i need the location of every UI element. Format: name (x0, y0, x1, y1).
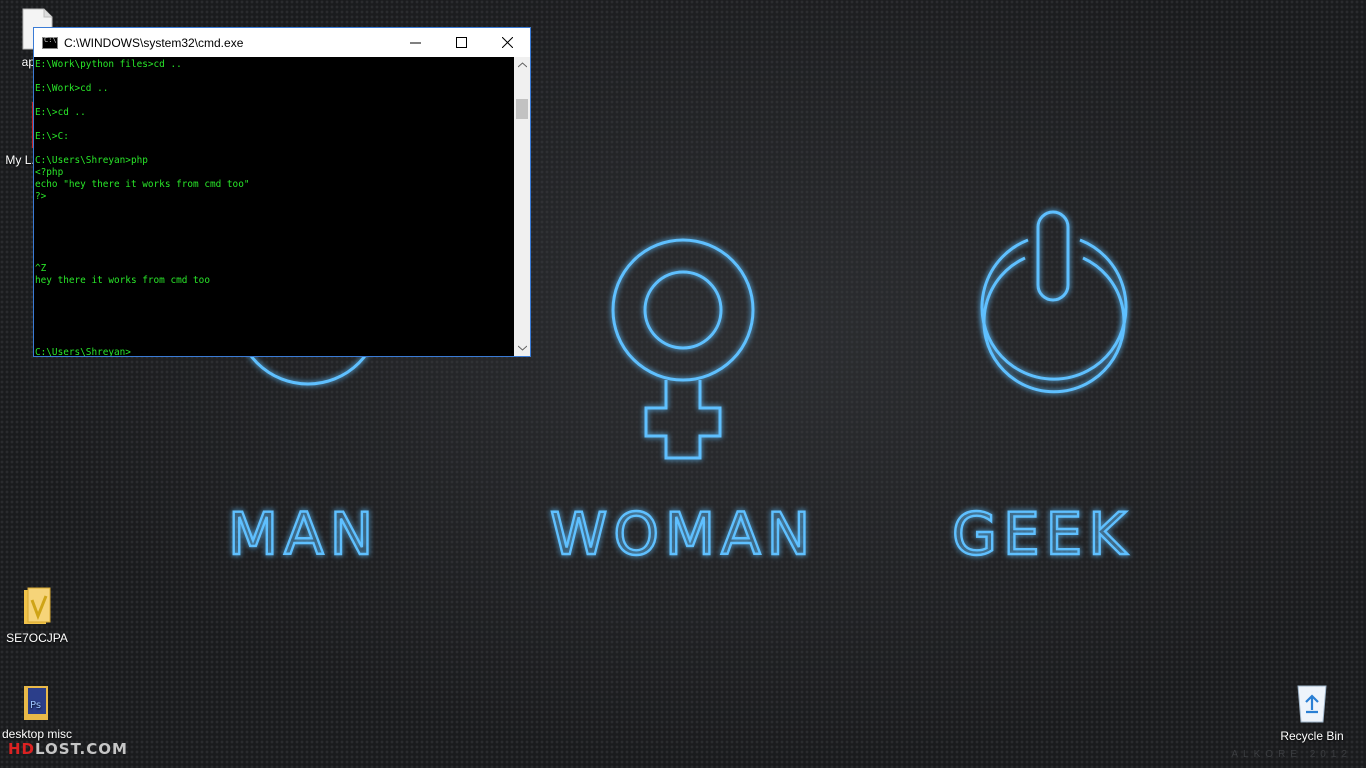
scroll-thumb[interactable] (516, 99, 528, 119)
chevron-down-icon (517, 345, 527, 351)
minimize-button[interactable] (392, 28, 438, 57)
icon-label: SE7OCJPA (6, 631, 68, 645)
female-symbol-icon (611, 238, 755, 460)
brand-watermark: HDLOST.COM (8, 740, 128, 758)
vertical-scrollbar[interactable] (514, 57, 530, 356)
power-symbol-icon (980, 210, 1128, 394)
icon-label: Recycle Bin (1280, 729, 1344, 743)
folder-icon (24, 587, 51, 624)
folder-icon: Ps (24, 686, 48, 720)
scroll-down-button[interactable] (514, 340, 530, 356)
maximize-icon (455, 37, 467, 48)
icon-label: desktop misc (1, 727, 73, 741)
minimize-icon (409, 42, 421, 44)
woman-word: WOMAN (550, 500, 816, 568)
man-word: MAN (228, 500, 379, 568)
desktop-icon-desktop-misc[interactable]: Ps desktop misc (0, 682, 74, 741)
title-bar[interactable]: C:\WINDOWS\system32\cmd.exe (34, 28, 530, 57)
chevron-up-icon (517, 62, 527, 68)
svg-text:Ps: Ps (30, 700, 41, 711)
close-icon (501, 37, 513, 48)
desktop-icon-se7ocjpa[interactable]: SE7OCJPA (0, 586, 74, 645)
cmd-window[interactable]: C:\WINDOWS\system32\cmd.exe E:\Work\pyth… (33, 27, 531, 357)
console-output[interactable]: E:\Work\python files>cd .. E:\Work>cd ..… (34, 57, 514, 356)
close-button[interactable] (484, 28, 530, 57)
console-text: E:\Work\python files>cd .. E:\Work>cd ..… (35, 59, 250, 356)
window-title: C:\WINDOWS\system32\cmd.exe (64, 35, 244, 50)
maximize-button[interactable] (438, 28, 484, 57)
scroll-up-button[interactable] (514, 57, 530, 73)
recycle-bin[interactable]: Recycle Bin (1275, 682, 1349, 743)
wallpaper-signature: ALKORE 2012 (1231, 749, 1352, 760)
recycle-bin-icon (1297, 685, 1327, 723)
geek-word: GEEK (952, 500, 1132, 568)
cmd-icon (42, 36, 58, 49)
